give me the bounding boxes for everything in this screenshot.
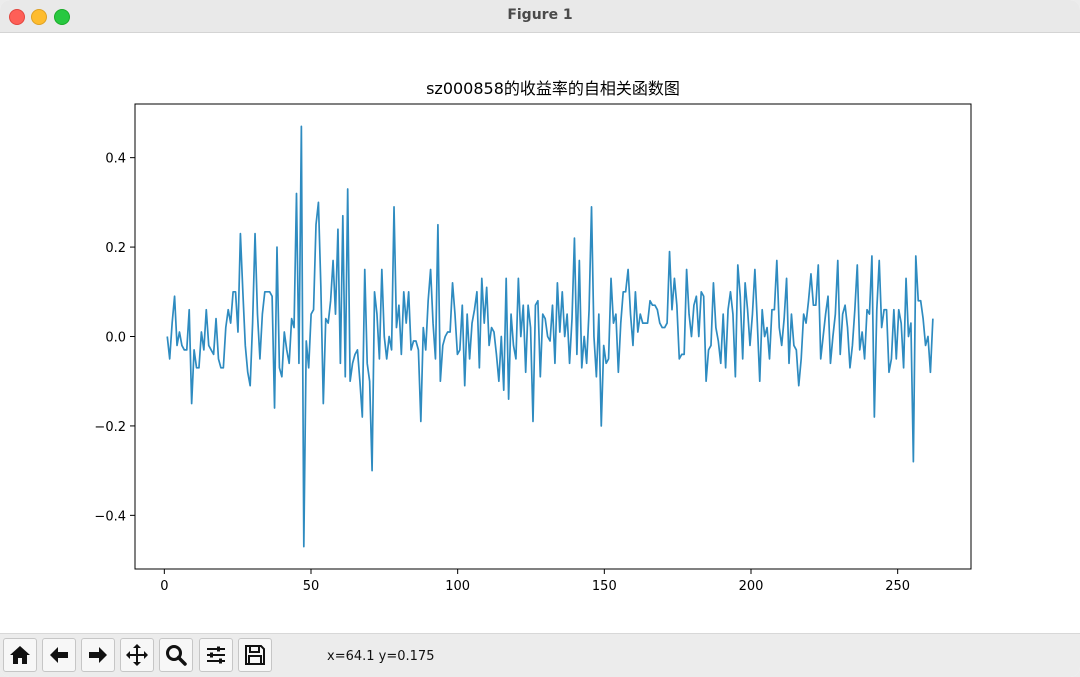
configure-subplots-icon — [207, 646, 225, 664]
y-tick-label: −0.4 — [94, 509, 126, 524]
chart-title: sz000858的收益率的自相关函数图 — [426, 79, 680, 98]
forward-arrow-icon — [89, 647, 107, 663]
y-tick-label: 0.2 — [105, 241, 126, 256]
navigation-toolbar: x=64.1 y=0.175 — [0, 633, 1080, 677]
save-button[interactable] — [238, 638, 272, 672]
pan-move-icon — [126, 644, 148, 666]
figure-canvas[interactable]: sz000858的收益率的自相关函数图 0 50 100 150 200 250 −0.4… — [0, 33, 1080, 633]
home-button[interactable] — [3, 638, 37, 672]
back-button[interactable] — [42, 638, 76, 672]
y-tick-label: 0.0 — [105, 331, 126, 346]
x-tick-label: 100 — [445, 579, 470, 594]
x-tick-label: 150 — [592, 579, 617, 594]
figure-window: Figure 1 sz000858的收益率的自相关函数图 0 50 100 150 20… — [0, 0, 1080, 677]
zoom-magnifier-icon — [166, 645, 187, 666]
back-arrow-icon — [50, 647, 68, 663]
zoom-button[interactable] — [159, 638, 193, 672]
pan-button[interactable] — [120, 638, 154, 672]
x-tick-label: 250 — [885, 579, 910, 594]
x-tick-label: 0 — [160, 579, 168, 594]
y-axis: −0.4 −0.2 0.0 0.2 0.4 — [94, 152, 135, 524]
y-tick-label: 0.4 — [105, 152, 126, 167]
x-tick-label: 50 — [303, 579, 320, 594]
title-bar[interactable]: Figure 1 — [0, 0, 1080, 33]
x-axis: 0 50 100 150 200 250 — [160, 569, 910, 594]
home-icon — [10, 646, 30, 664]
acf-line-chart: sz000858的收益率的自相关函数图 0 50 100 150 200 250 −0.4… — [94, 79, 972, 594]
save-disk-icon — [245, 645, 265, 665]
window-title: Figure 1 — [507, 7, 573, 23]
forward-button[interactable] — [81, 638, 115, 672]
cursor-coordinates: x=64.1 y=0.175 — [327, 649, 435, 664]
y-tick-label: −0.2 — [94, 420, 126, 435]
configure-subplots-button[interactable] — [199, 638, 233, 672]
x-tick-label: 200 — [739, 579, 764, 594]
